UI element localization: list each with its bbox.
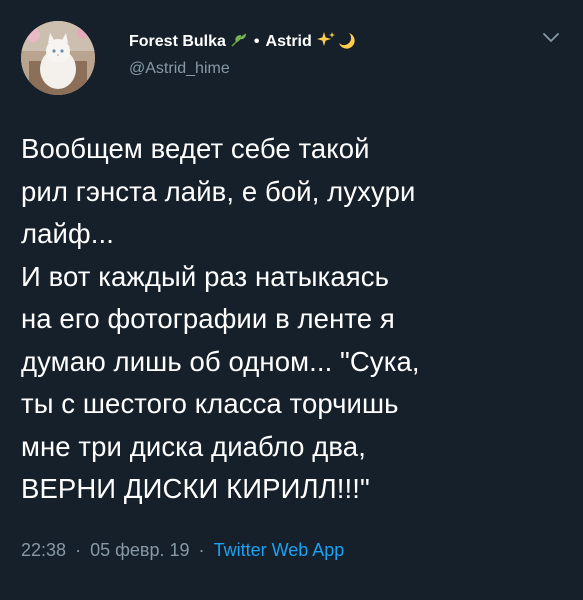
author-handle[interactable]: @Astrid_hime — [129, 60, 523, 78]
moon-icon — [337, 31, 355, 54]
tweet-time[interactable]: 22:38 — [21, 540, 66, 560]
author-display-name[interactable]: Forest Bulka — [129, 33, 226, 51]
tweet: Forest Bulka • Astrid @Astrid_hime Вообщ… — [0, 0, 583, 600]
meta-separator-1: · — [75, 540, 82, 560]
author-display-name-2[interactable]: Astrid — [266, 33, 312, 51]
sparkle-icon — [316, 31, 336, 54]
tweet-metadata: 22:38 · 05 февр. 19 · Twitter Web App — [21, 540, 344, 561]
author-name-line[interactable]: Forest Bulka • Astrid — [129, 30, 523, 54]
avatar[interactable] — [21, 21, 95, 95]
chevron-down-icon[interactable] — [540, 30, 562, 46]
leaf-icon — [230, 32, 248, 53]
name-separator: • — [253, 33, 260, 50]
tweet-header: Forest Bulka • Astrid @Astrid_hime — [129, 30, 523, 78]
tweet-text: Вообщем ведет себе такой рил гэнста лайв… — [21, 133, 420, 504]
tweet-date[interactable]: 05 февр. 19 — [90, 540, 189, 560]
avatar-image — [21, 21, 95, 95]
tweet-source-link[interactable]: Twitter Web App — [214, 540, 345, 560]
meta-separator-2: · — [198, 540, 205, 560]
